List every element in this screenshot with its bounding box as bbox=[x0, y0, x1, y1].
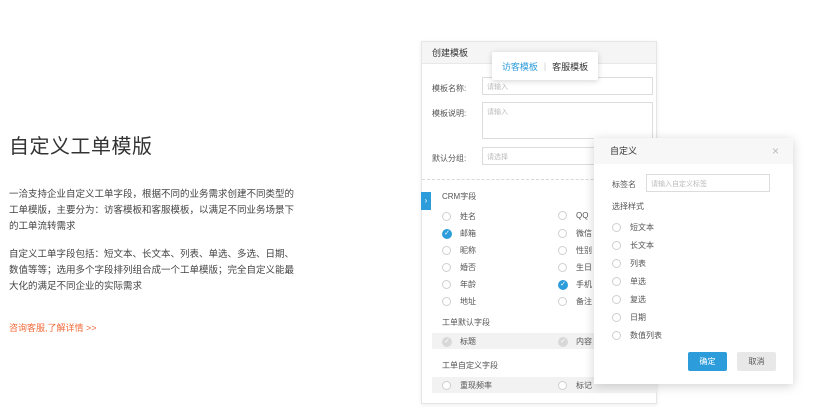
radio-icon bbox=[612, 277, 621, 286]
radio-icon bbox=[612, 313, 621, 322]
custom-field-dialog: 自定义 × 标签名 请输入自定义标签 选择样式 短文本 长文本 列表 单选 复选… bbox=[594, 138, 793, 384]
crm-field-option[interactable]: QQ bbox=[558, 211, 588, 220]
radio-icon bbox=[442, 246, 451, 255]
tab-separator: | bbox=[543, 61, 547, 71]
default-field-option: ✓ 内容 bbox=[558, 336, 592, 347]
style-option[interactable]: 日期 bbox=[612, 312, 646, 323]
crm-field-option[interactable]: 婚否 bbox=[442, 262, 476, 273]
check-icon: ✓ bbox=[442, 336, 452, 347]
radio-icon bbox=[558, 381, 567, 390]
style-option[interactable]: 短文本 bbox=[612, 222, 654, 233]
radio-icon bbox=[558, 297, 567, 306]
promo-section: 自定义工单模版 一洽支持企业自定义工单字段，根据不同的业务需求创建不同类型的工单… bbox=[9, 130, 299, 336]
crm-field-option[interactable]: 生日 bbox=[558, 262, 592, 273]
promo-paragraph-2: 自定义工单字段包括：短文本、长文本、列表、单选、多选、日期、数值等等；选用多个字… bbox=[9, 249, 295, 292]
check-icon: ✓ bbox=[442, 228, 452, 239]
tab-visitor-template[interactable]: 访客模板 bbox=[502, 60, 538, 73]
cancel-button[interactable]: 取消 bbox=[737, 352, 776, 371]
default-group-label: 默认分组: bbox=[432, 154, 467, 163]
style-option[interactable]: 列表 bbox=[612, 258, 646, 269]
style-title: 选择样式 bbox=[612, 202, 644, 211]
crm-field-option[interactable]: 年龄 bbox=[442, 279, 476, 290]
radio-icon bbox=[612, 241, 621, 250]
style-option[interactable]: 长文本 bbox=[612, 240, 654, 251]
check-icon: ✓ bbox=[558, 336, 568, 347]
dialog-title: 自定义 bbox=[610, 146, 638, 156]
radio-icon bbox=[442, 263, 451, 272]
template-type-tabs: 访客模板 | 客服模板 bbox=[492, 52, 598, 80]
promo-paragraph-1: 一洽支持企业自定义工单字段，根据不同的业务需求创建不同类型的工单模版，主要分为：… bbox=[9, 189, 295, 232]
crm-field-option[interactable]: 微信 bbox=[558, 228, 592, 239]
default-field-option: ✓ 标题 bbox=[442, 336, 476, 347]
radio-icon bbox=[612, 331, 621, 340]
radio-icon bbox=[612, 223, 621, 232]
close-icon[interactable]: × bbox=[772, 138, 779, 164]
style-option[interactable]: 单选 bbox=[612, 276, 646, 287]
radio-icon bbox=[558, 229, 567, 238]
radio-icon bbox=[558, 263, 567, 272]
radio-icon bbox=[442, 297, 451, 306]
label-name-input[interactable]: 请输入自定义标签 bbox=[646, 174, 770, 192]
confirm-button[interactable]: 确定 bbox=[688, 352, 727, 371]
crm-field-option[interactable]: 性别 bbox=[558, 245, 592, 256]
radio-icon bbox=[442, 381, 451, 390]
label-name-label: 标签名 bbox=[612, 180, 636, 189]
radio-icon bbox=[442, 212, 451, 221]
template-name-label: 模板名称: bbox=[432, 84, 467, 93]
crm-field-option[interactable]: 备注 bbox=[558, 296, 592, 307]
custom-field-option[interactable]: 标记 bbox=[558, 380, 592, 391]
radio-icon bbox=[558, 246, 567, 255]
tab-agent-template[interactable]: 客服模板 bbox=[552, 60, 588, 73]
template-desc-input[interactable]: 请输入 bbox=[482, 102, 653, 139]
custom-field-option[interactable]: 重现频率 bbox=[442, 380, 492, 391]
radio-icon bbox=[612, 295, 621, 304]
dialog-header: 自定义 × bbox=[594, 138, 793, 164]
style-option[interactable]: 复选 bbox=[612, 294, 646, 305]
promo-title: 自定义工单模版 bbox=[9, 136, 153, 158]
radio-icon bbox=[558, 211, 567, 220]
default-fields-title: 工单默认字段 bbox=[442, 318, 490, 327]
consult-link[interactable]: 咨询客服,了解详情 >> bbox=[9, 321, 97, 334]
radio-icon bbox=[442, 280, 451, 289]
crm-field-option[interactable]: ✓ 手机 bbox=[558, 279, 592, 290]
crm-field-option[interactable]: 姓名 bbox=[442, 211, 476, 222]
custom-fields-title: 工单自定义字段 bbox=[442, 361, 498, 370]
crm-field-option[interactable]: 地址 bbox=[442, 296, 476, 307]
crm-field-option[interactable]: ✓ 邮箱 bbox=[442, 228, 476, 239]
expand-arrow-icon[interactable]: › bbox=[421, 192, 431, 210]
template-desc-label: 模板说明: bbox=[432, 109, 467, 118]
style-option[interactable]: 数值列表 bbox=[612, 330, 662, 341]
crm-field-option[interactable]: 昵称 bbox=[442, 245, 476, 256]
radio-icon bbox=[612, 259, 621, 268]
crm-fields-title: CRM字段 bbox=[442, 192, 477, 201]
check-icon: ✓ bbox=[558, 279, 568, 290]
